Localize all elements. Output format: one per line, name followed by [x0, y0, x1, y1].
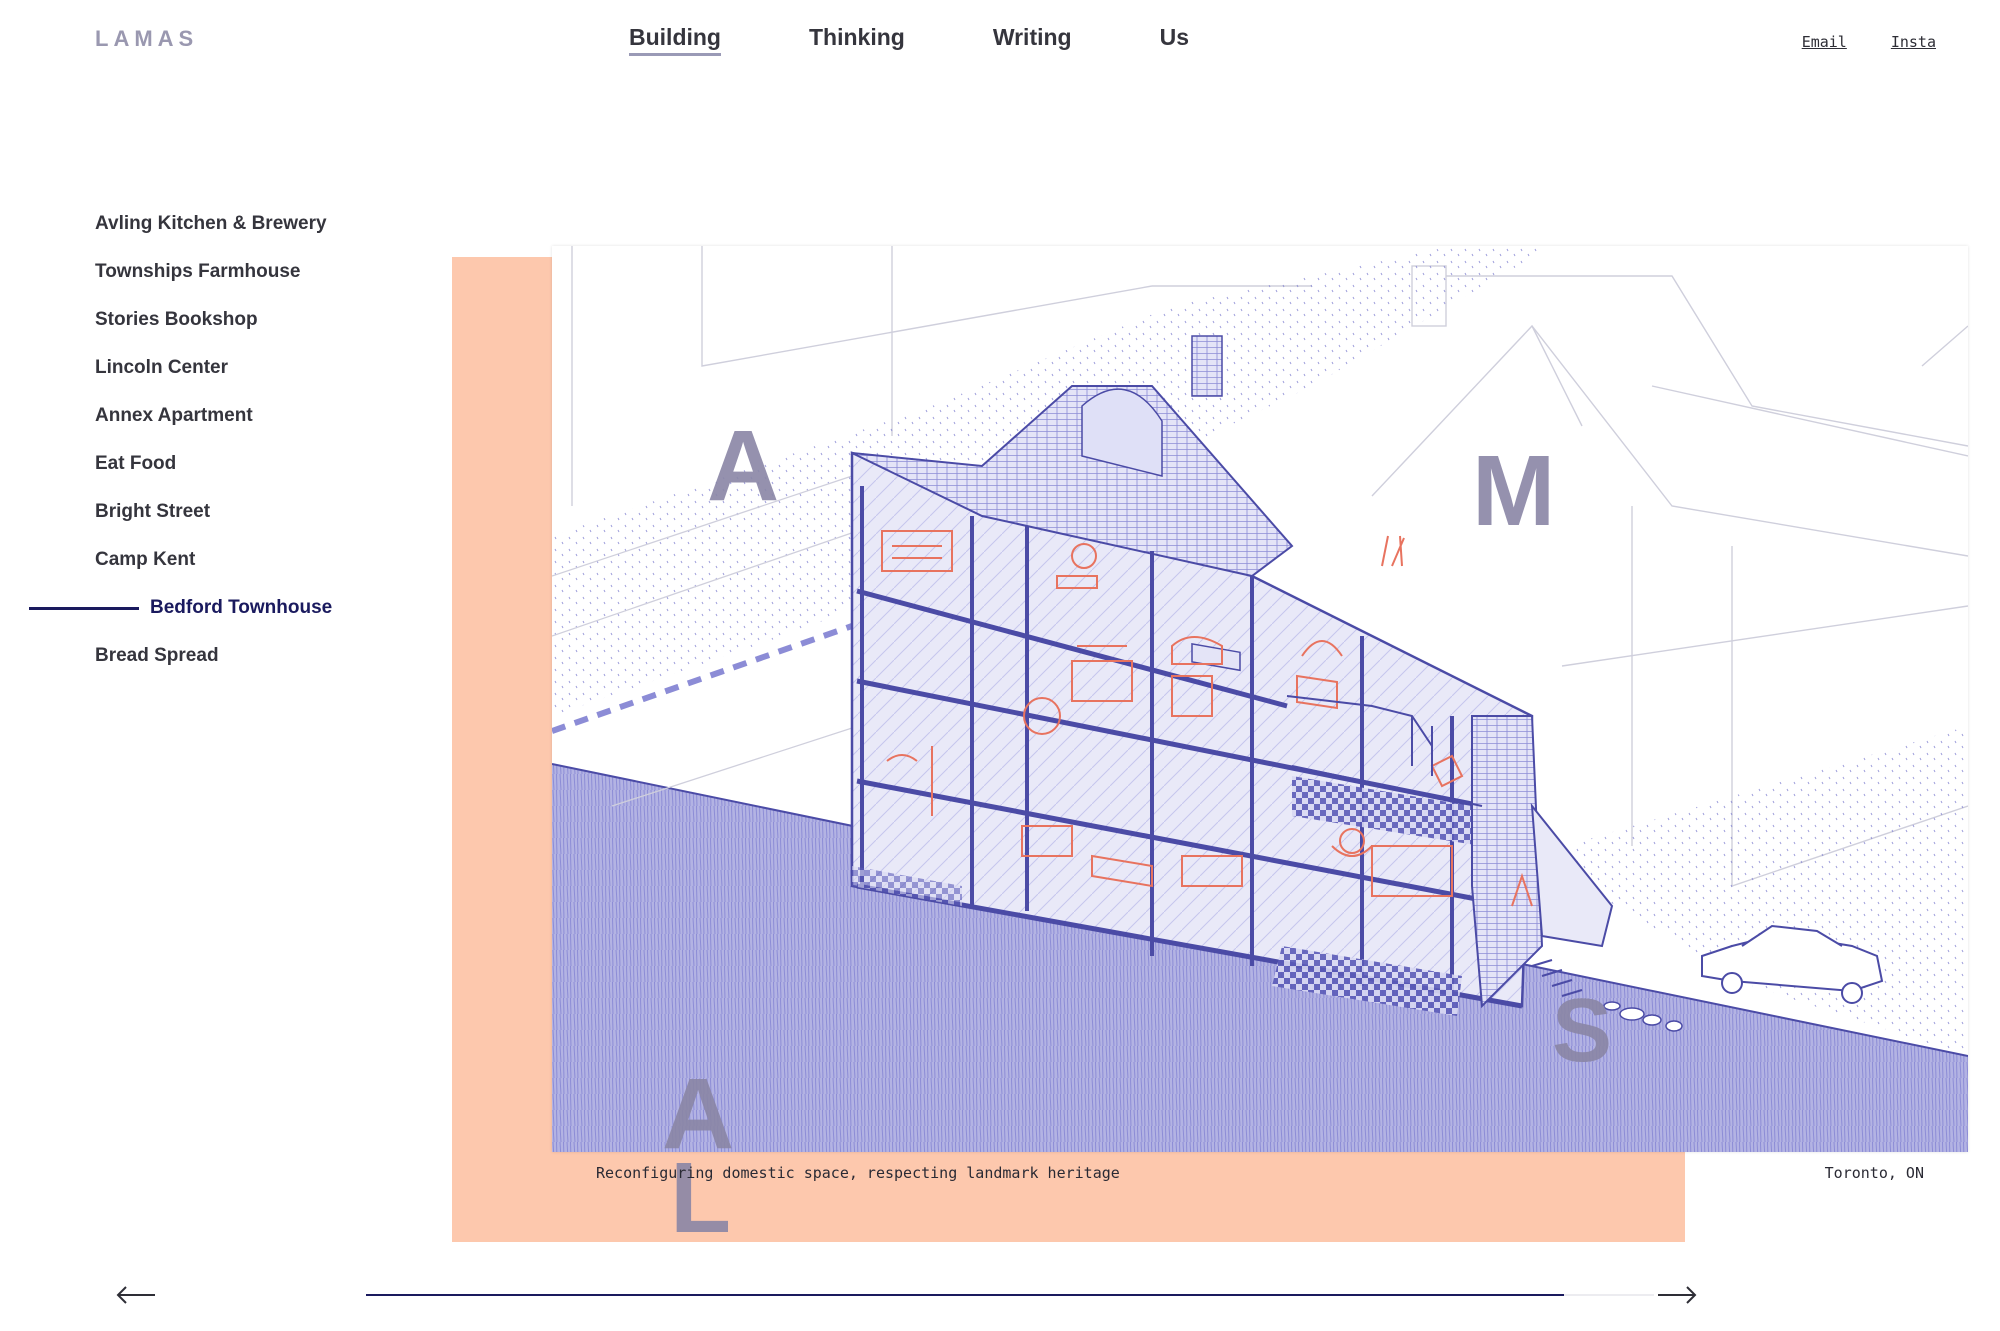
arrow-right-icon — [1658, 1286, 1697, 1304]
project-item-label: Bedford Townhouse — [150, 597, 333, 618]
project-list: Avling Kitchen & Brewery Townships Farmh… — [0, 212, 332, 692]
townhouse-cutaway-illustration — [552, 246, 1968, 1152]
big-letter-a: A — [707, 410, 780, 522]
nav-us[interactable]: Us — [1160, 24, 1189, 56]
nav-writing[interactable]: Writing — [993, 24, 1072, 56]
email-link[interactable]: Email — [1802, 33, 1847, 51]
project-hero-image[interactable]: A M S — [552, 246, 1968, 1152]
project-caption: Reconfiguring domestic space, respecting… — [596, 1164, 1120, 1182]
arrow-left-icon — [116, 1286, 155, 1304]
project-item-avling-kitchen[interactable]: Avling Kitchen & Brewery — [0, 212, 332, 260]
project-item-lincoln-center[interactable]: Lincoln Center — [0, 356, 332, 404]
prev-arrow-icon[interactable] — [116, 1283, 156, 1312]
big-letter-m: M — [1472, 435, 1556, 547]
project-item-bright-street[interactable]: Bright Street — [0, 500, 332, 548]
carousel-progress-fill — [366, 1294, 1564, 1296]
project-item-bread-spread[interactable]: Bread Spread — [0, 644, 332, 692]
project-item-bedford-townhouse[interactable]: Bedford Townhouse — [0, 596, 332, 644]
project-item-camp-kent[interactable]: Camp Kent — [0, 548, 332, 596]
project-location: Toronto, ON — [1824, 1164, 1924, 1182]
project-item-townships-farmhouse[interactable]: Townships Farmhouse — [0, 260, 332, 308]
utility-links: Email Insta — [1758, 33, 1936, 51]
nav-thinking[interactable]: Thinking — [809, 24, 905, 56]
carousel-progress-bar[interactable] — [366, 1294, 1654, 1296]
nav-building[interactable]: Building — [629, 24, 721, 56]
main-nav: Building Thinking Writing Us — [629, 24, 1277, 56]
project-item-eat-food[interactable]: Eat Food — [0, 452, 332, 500]
project-item-stories-bookshop[interactable]: Stories Bookshop — [0, 308, 332, 356]
active-project-marker — [29, 607, 139, 610]
big-letter-s: S — [1552, 981, 1613, 1081]
insta-link[interactable]: Insta — [1891, 33, 1936, 51]
logo[interactable]: LAMAS — [95, 26, 198, 52]
next-arrow-icon[interactable] — [1657, 1283, 1697, 1312]
big-letter-l: L — [670, 1142, 732, 1254]
project-item-annex-apartment[interactable]: Annex Apartment — [0, 404, 332, 452]
